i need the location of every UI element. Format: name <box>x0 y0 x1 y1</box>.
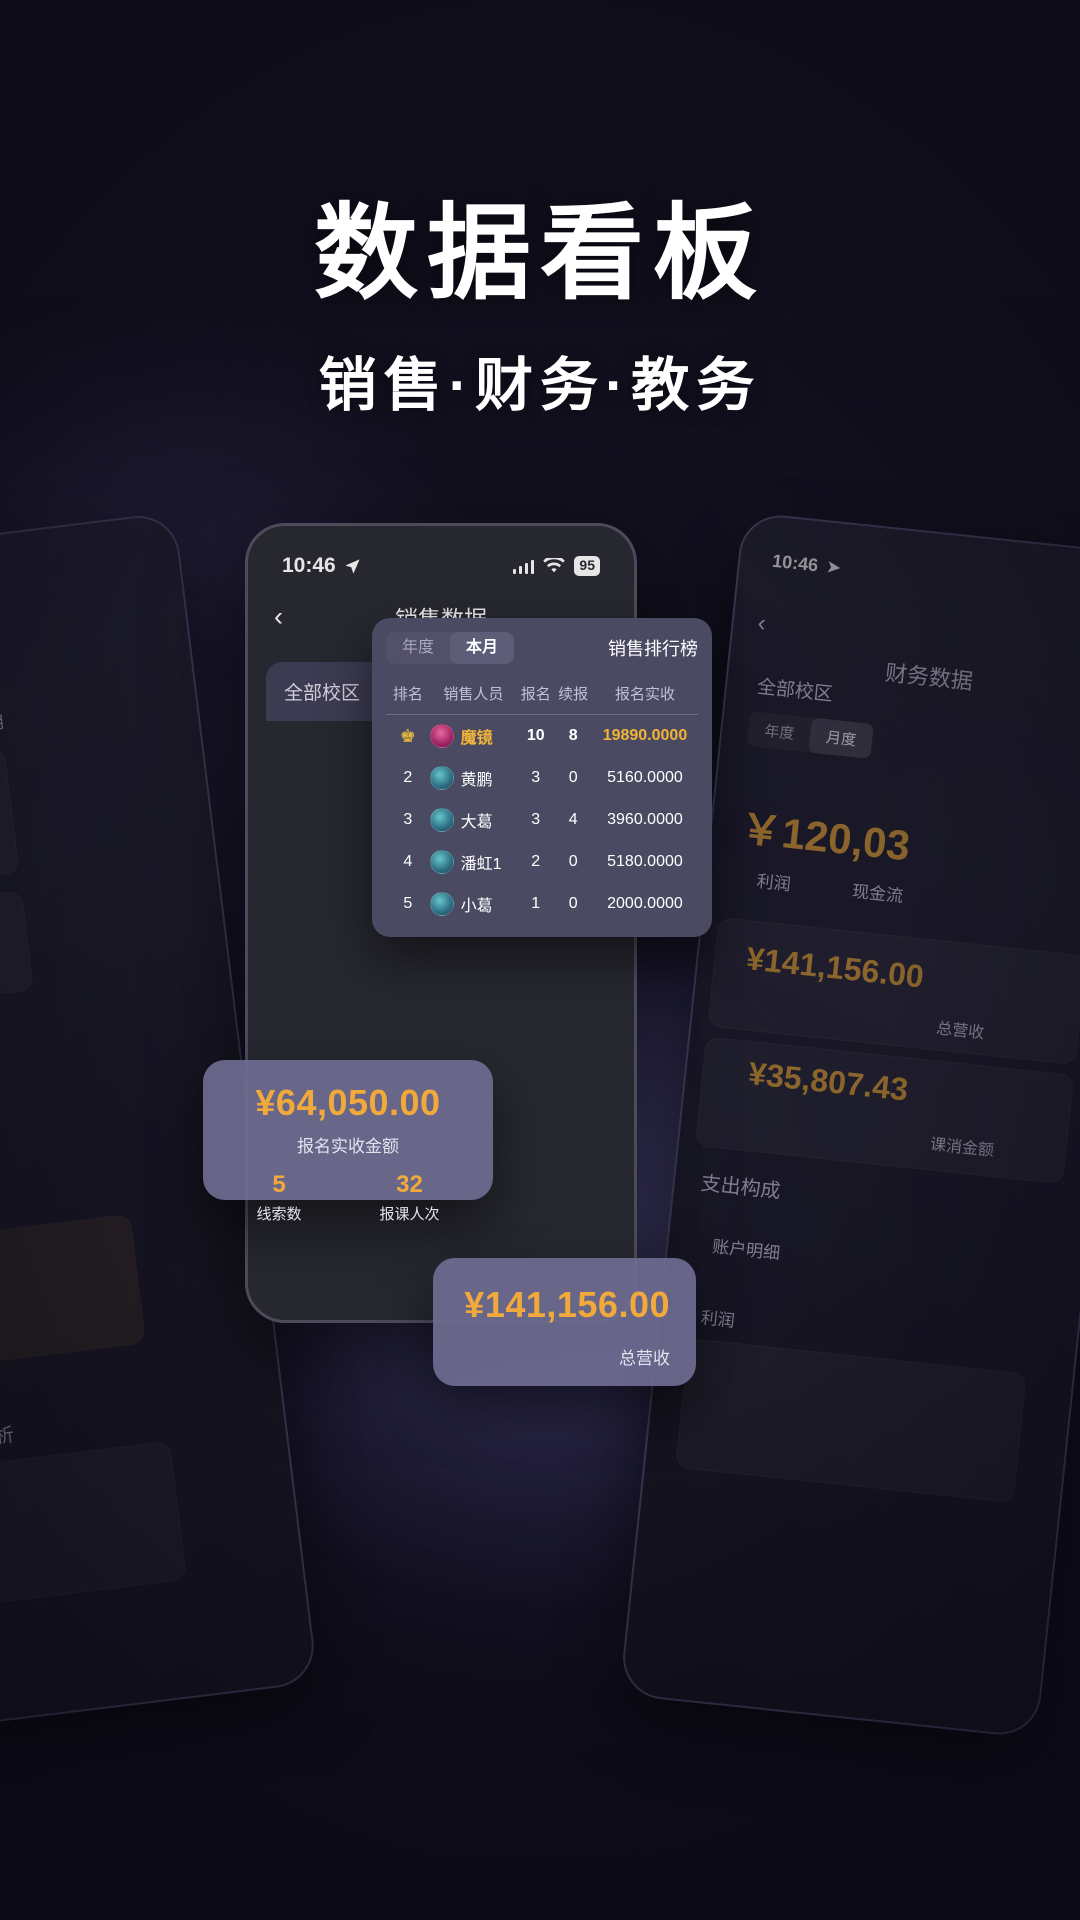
renew-value: 0 <box>568 895 578 912</box>
amount-value: 5180.0000 <box>607 853 683 870</box>
table-row[interactable]: 2 黄鹏 3 0 5160.0000 <box>386 757 698 799</box>
statusbar-left: 10:46 <box>282 554 361 578</box>
signup-value: 10 <box>526 727 545 744</box>
renew-value: 0 <box>568 853 578 870</box>
crown-icon: ♚ <box>399 725 416 746</box>
person-cell: 潘虹1 <box>429 850 517 874</box>
float-card-signup-revenue: ¥64,050.00 报名实收金额 5 线索数 32 报课人次 <box>203 1060 493 1223</box>
center-phone-statusbar: 10:46 95 <box>248 526 634 588</box>
person-cell: 大葛 <box>429 808 517 832</box>
avatar <box>429 724 454 748</box>
person-cell: 魔镜 <box>429 724 517 748</box>
float-card-total-revenue: ¥141,156.00 总营收 <box>433 1258 696 1386</box>
tab-year[interactable]: 年度 <box>386 632 450 664</box>
avatar <box>429 766 454 790</box>
renew-value: 0 <box>568 769 578 786</box>
metric-enrollments: 32 报课人次 <box>380 1171 440 1224</box>
ranking-title: 销售排行榜 <box>608 639 698 659</box>
sales-ranking-panel: 年度 本月 销售排行榜 排名 销售人员 报名 续报 报名实收 ♚ 魔镜 10 8… <box>372 618 712 937</box>
avatar <box>429 850 454 874</box>
hero-heading-block: 数据看板 销售·财务·教务 <box>0 196 1080 422</box>
person-cell: 小葛 <box>429 892 517 916</box>
amount-value: 5160.0000 <box>607 769 683 786</box>
person-name: 潘虹1 <box>460 856 502 873</box>
hero-subtitle: 销售·财务·教务 <box>318 353 762 419</box>
renew-value: 8 <box>568 727 578 744</box>
table-header-row: 排名 销售人员 报名 续报 报名实收 <box>386 674 698 715</box>
rank-value: 2 <box>403 769 413 786</box>
rank-value: 3 <box>403 811 413 828</box>
avatar <box>429 808 454 832</box>
battery-indicator: 95 <box>574 556 600 576</box>
col-amount: 报名实收 <box>591 674 698 715</box>
rank-value: 5 <box>403 895 413 912</box>
metric-leads-label: 线索数 <box>256 1206 302 1223</box>
amount-value: 2000.0000 <box>607 895 683 912</box>
card-a-label: 报名实收金额 <box>297 1137 399 1156</box>
col-renew: 续报 <box>554 674 592 715</box>
person-name: 黄鹏 <box>460 772 493 789</box>
col-signup: 报名 <box>517 674 555 715</box>
status-time: 10:46 <box>282 554 336 577</box>
location-arrow-icon <box>345 558 360 574</box>
signup-value: 1 <box>531 895 541 912</box>
amount-value: 3960.0000 <box>607 811 683 828</box>
metric-leads: 5 线索数 <box>256 1171 301 1224</box>
card-a-metrics: 5 线索数 32 报课人次 <box>203 1171 493 1224</box>
ranking-period-tabs[interactable]: 年度 本月 <box>386 632 515 664</box>
person-name: 魔镜 <box>460 730 493 747</box>
col-rank: 排名 <box>386 674 430 715</box>
table-row[interactable]: 5 小葛 1 0 2000.0000 <box>386 883 698 925</box>
table-row[interactable]: ♚ 魔镜 10 8 19890.0000 <box>386 715 698 758</box>
card-b-label: 总营收 <box>619 1349 670 1368</box>
hero-title: 数据看板 <box>313 196 766 312</box>
wifi-icon <box>543 558 566 573</box>
metric-enrollments-value: 32 <box>396 1171 423 1198</box>
tab-this-month[interactable]: 本月 <box>450 632 515 664</box>
chevron-left-icon[interactable]: ‹ <box>274 603 283 631</box>
statusbar-right: 95 <box>512 556 600 576</box>
renew-value: 4 <box>568 811 578 828</box>
person-name: 小葛 <box>460 898 493 915</box>
rank-value: 4 <box>403 853 413 870</box>
person-cell: 黄鹏 <box>429 766 517 790</box>
ranking-header: 年度 本月 销售排行榜 <box>386 632 698 664</box>
amount-value: 19890.0000 <box>602 727 688 744</box>
signup-value: 3 <box>531 769 541 786</box>
campus-filter-label: 全部校区 <box>284 683 361 704</box>
ranking-table: 排名 销售人员 报名 续报 报名实收 ♚ 魔镜 10 8 19890.0000 <box>386 674 698 925</box>
card-b-amount: ¥141,156.00 <box>464 1284 670 1325</box>
table-row[interactable]: 4 潘虹1 2 0 5180.0000 <box>386 841 698 883</box>
avatar <box>429 892 454 916</box>
metric-leads-value: 5 <box>272 1171 286 1198</box>
person-name: 大葛 <box>460 814 493 831</box>
metric-enrollments-label: 报课人次 <box>379 1206 440 1223</box>
table-row[interactable]: 3 大葛 3 4 3960.0000 <box>386 799 698 841</box>
signup-value: 2 <box>531 853 541 870</box>
signup-value: 3 <box>531 811 541 828</box>
signal-bars-icon <box>512 559 535 574</box>
col-person: 销售人员 <box>429 674 518 715</box>
card-a-amount: ¥64,050.00 <box>255 1082 441 1123</box>
